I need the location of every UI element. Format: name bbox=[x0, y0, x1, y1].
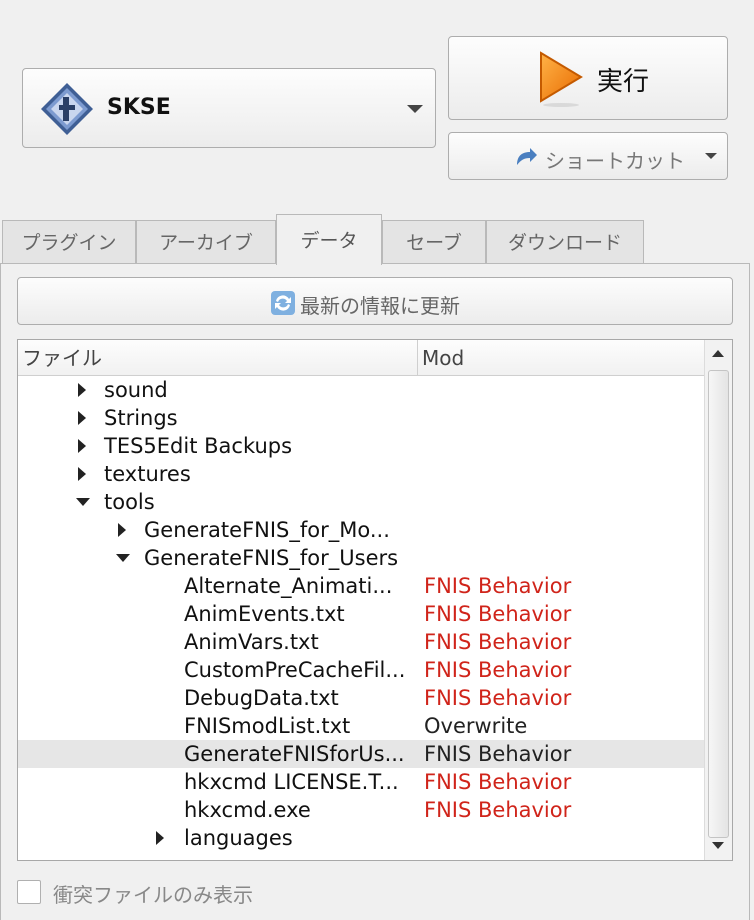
tree-row[interactable]: Alternate_Animati... FNIS Behavior bbox=[18, 572, 704, 600]
file-name: languages bbox=[184, 826, 293, 850]
run-button[interactable]: 実行 bbox=[448, 36, 728, 120]
file-name: AnimEvents.txt bbox=[184, 602, 345, 626]
chevron-down-icon[interactable] bbox=[705, 153, 717, 159]
file-name: TES5Edit Backups bbox=[104, 434, 293, 458]
chevron-down-icon bbox=[407, 105, 423, 113]
mod-name: FNIS Behavior bbox=[424, 770, 572, 794]
file-name: DebugData.txt bbox=[184, 686, 339, 710]
expanded-arrow-icon[interactable] bbox=[76, 488, 90, 516]
file-name: textures bbox=[104, 462, 191, 486]
checkbox-box[interactable] bbox=[17, 880, 41, 904]
mod-name: FNIS Behavior bbox=[424, 602, 572, 626]
mod-name: FNIS Behavior bbox=[424, 686, 572, 710]
play-icon bbox=[540, 51, 583, 107]
tab-downloads[interactable]: ダウンロード bbox=[486, 220, 644, 264]
scrollbar-thumb[interactable] bbox=[708, 370, 729, 838]
tab-saves[interactable]: セーブ bbox=[382, 220, 486, 264]
tree-rows: sound Strings TES5Edit Backups textures tool… bbox=[18, 376, 704, 860]
tree-row[interactable]: GenerateFNIS_for_Mo... bbox=[18, 516, 704, 544]
file-name: GenerateFNISforUs... bbox=[184, 742, 405, 766]
run-label: 実行 bbox=[597, 67, 650, 97]
collapsed-arrow-icon[interactable] bbox=[116, 516, 130, 544]
vertical-scrollbar[interactable] bbox=[704, 340, 732, 860]
column-header-mod[interactable]: Mod bbox=[418, 340, 704, 375]
skse-icon bbox=[41, 83, 93, 135]
file-name: hkxcmd.exe bbox=[184, 798, 311, 822]
tree-row[interactable]: GenerateFNISforUs... FNIS Behavior bbox=[18, 740, 704, 768]
file-name: CustomPreCacheFil... bbox=[184, 658, 406, 682]
tree-row[interactable]: DebugData.txt FNIS Behavior bbox=[18, 684, 704, 712]
tree-row[interactable]: Strings bbox=[18, 404, 704, 432]
file-name: hkxcmd LICENSE.T... bbox=[184, 770, 399, 794]
tab-archives[interactable]: アーカイブ bbox=[136, 220, 276, 264]
scroll-up-icon[interactable] bbox=[705, 340, 732, 368]
mod-name: FNIS Behavior bbox=[424, 798, 572, 822]
tree-row[interactable]: AnimEvents.txt FNIS Behavior bbox=[18, 600, 704, 628]
tree-row[interactable]: textures bbox=[18, 460, 704, 488]
file-name: Strings bbox=[104, 406, 178, 430]
expanded-arrow-icon[interactable] bbox=[116, 544, 130, 572]
tree-row[interactable]: TES5Edit Backups bbox=[18, 432, 704, 460]
executable-select[interactable]: SKSE bbox=[22, 68, 436, 148]
tree-row[interactable]: tools bbox=[18, 488, 704, 516]
mod-name: FNIS Behavior bbox=[424, 630, 572, 654]
collapsed-arrow-icon[interactable] bbox=[76, 376, 90, 404]
mod-name: FNIS Behavior bbox=[424, 742, 572, 766]
collapsed-arrow-icon[interactable] bbox=[76, 404, 90, 432]
tree-row[interactable]: CustomPreCacheFil... FNIS Behavior bbox=[18, 656, 704, 684]
tree-row[interactable]: AnimVars.txt FNIS Behavior bbox=[18, 628, 704, 656]
mod-name: Overwrite bbox=[424, 714, 528, 738]
refresh-label: 最新の情報に更新 bbox=[300, 294, 460, 318]
shortcut-label: ショートカット bbox=[545, 149, 685, 173]
collapsed-arrow-icon[interactable] bbox=[76, 432, 90, 460]
conflicts-only-label: 衝突ファイルのみ表示 bbox=[53, 883, 253, 907]
tree-row[interactable]: FNISmodList.txt Overwrite bbox=[18, 712, 704, 740]
refresh-icon bbox=[271, 291, 295, 315]
file-name: Alternate_Animati... bbox=[184, 574, 393, 598]
tree-row[interactable]: hkxcmd.exe FNIS Behavior bbox=[18, 796, 704, 824]
tree-row[interactable]: languages bbox=[18, 824, 704, 852]
column-header-file[interactable]: ファイル bbox=[18, 340, 418, 375]
collapsed-arrow-icon[interactable] bbox=[154, 824, 168, 852]
tree-row[interactable]: GenerateFNIS_for_Users bbox=[18, 544, 704, 572]
file-name: tools bbox=[104, 490, 155, 514]
shortcut-arrow-icon bbox=[517, 148, 537, 165]
mod-name: FNIS Behavior bbox=[424, 658, 572, 682]
tab-data[interactable]: データ bbox=[276, 214, 382, 265]
file-name: AnimVars.txt bbox=[184, 630, 319, 654]
file-name: sound bbox=[104, 378, 168, 402]
executable-label: SKSE bbox=[107, 95, 171, 120]
shortcut-button[interactable]: ショートカット bbox=[448, 132, 728, 180]
tab-plugins[interactable]: プラグイン bbox=[2, 220, 136, 264]
data-file-tree[interactable]: ファイル Mod sound Strings TES5Edit Backups tex… bbox=[17, 339, 733, 861]
file-name: FNISmodList.txt bbox=[184, 714, 351, 738]
scroll-down-icon[interactable] bbox=[705, 832, 732, 860]
collapsed-arrow-icon[interactable] bbox=[76, 460, 90, 488]
tree-row[interactable]: sound bbox=[18, 376, 704, 404]
file-name: GenerateFNIS_for_Mo... bbox=[144, 518, 390, 542]
tree-header: ファイル Mod bbox=[18, 340, 704, 376]
file-name: GenerateFNIS_for_Users bbox=[144, 546, 399, 570]
tree-row[interactable]: hkxcmd LICENSE.T... FNIS Behavior bbox=[18, 768, 704, 796]
tab-bar: プラグイン アーカイブ データ セーブ ダウンロード bbox=[0, 214, 754, 265]
mod-name: FNIS Behavior bbox=[424, 574, 572, 598]
refresh-button[interactable]: 最新の情報に更新 bbox=[17, 277, 733, 325]
